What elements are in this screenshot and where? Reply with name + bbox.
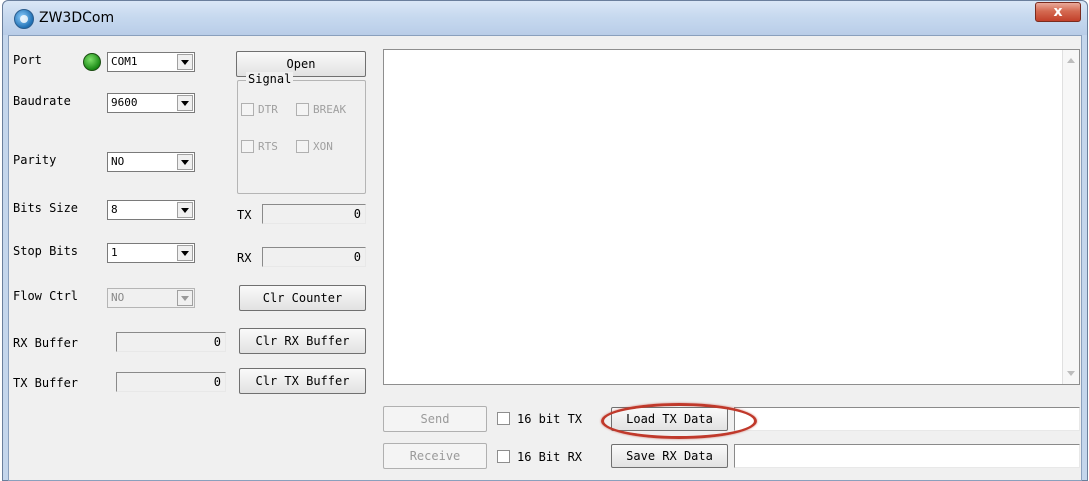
send-button[interactable]: Send: [383, 406, 487, 432]
close-icon: x: [1053, 4, 1063, 20]
port-select-value: COM1: [111, 55, 138, 68]
hex-tx-label: 16 bit TX: [517, 412, 583, 426]
dtr-checkbox[interactable]: [241, 103, 254, 116]
vertical-scrollbar[interactable]: [1062, 50, 1079, 384]
stop-bits-select[interactable]: 1: [107, 243, 195, 263]
baudrate-select-value: 9600: [111, 96, 138, 109]
rx-count-field: 0: [262, 247, 366, 267]
parity-label: Parity: [13, 153, 57, 167]
port-status-led-icon: [83, 53, 101, 71]
chevron-down-icon[interactable]: [177, 290, 193, 306]
xon-checkbox[interactable]: [296, 140, 309, 153]
dtr-label: DTR: [258, 103, 278, 116]
parity-select[interactable]: NO: [107, 152, 195, 172]
receive-button[interactable]: Receive: [383, 443, 487, 469]
hex-tx-checkbox[interactable]: [497, 412, 510, 425]
chevron-down-icon[interactable]: [177, 245, 193, 261]
clr-tx-buffer-button[interactable]: Clr TX Buffer: [239, 368, 366, 394]
hex-rx-checkbox[interactable]: [497, 450, 510, 463]
tx-file-path-input[interactable]: [734, 407, 1080, 431]
scroll-up-icon[interactable]: [1067, 58, 1075, 63]
tx-buffer-label: TX Buffer: [13, 376, 79, 390]
bits-size-select[interactable]: 8: [107, 200, 195, 220]
baudrate-label: Baudrate: [13, 94, 71, 108]
rts-checkbox[interactable]: [241, 140, 254, 153]
baudrate-select[interactable]: 9600: [107, 93, 195, 113]
flow-ctrl-select[interactable]: NO: [107, 288, 195, 308]
tx-buffer-field: 0: [116, 372, 226, 392]
port-select[interactable]: COM1: [107, 52, 195, 72]
break-label: BREAK: [313, 103, 347, 116]
close-button[interactable]: x: [1035, 2, 1081, 22]
scroll-down-icon[interactable]: [1067, 371, 1075, 376]
xon-label: XON: [313, 140, 333, 153]
signal-legend: Signal: [246, 72, 294, 86]
rts-label: RTS: [258, 140, 278, 153]
chevron-down-icon[interactable]: [177, 54, 193, 70]
rx-buffer-label: RX Buffer: [13, 336, 79, 350]
window-title: ZW3DCom: [39, 10, 115, 26]
data-display-area[interactable]: [383, 49, 1080, 385]
bits-size-select-value: 8: [111, 203, 118, 216]
port-label: Port: [13, 53, 42, 67]
title-bar[interactable]: ZW3DCom x: [3, 1, 1087, 35]
flow-ctrl-label: Flow Ctrl: [13, 289, 79, 303]
rx-buffer-field: 0: [116, 332, 226, 352]
stop-bits-select-value: 1: [111, 246, 118, 259]
stop-bits-label: Stop Bits: [13, 244, 79, 258]
chevron-down-icon[interactable]: [177, 154, 193, 170]
chevron-down-icon[interactable]: [177, 202, 193, 218]
tx-count-label: TX: [237, 208, 252, 222]
client-area: Port COM1 Open Baudrate 9600 Signal DTR …: [8, 35, 1082, 481]
parity-select-value: NO: [111, 155, 125, 168]
clr-rx-buffer-button[interactable]: Clr RX Buffer: [239, 328, 366, 354]
clr-counter-button[interactable]: Clr Counter: [239, 285, 366, 311]
signal-group: Signal DTR BREAK RTS XON: [237, 72, 366, 194]
tx-count-field: 0: [262, 204, 366, 224]
highlight-ellipse: [601, 403, 757, 439]
flow-ctrl-select-value: NO: [111, 291, 125, 304]
break-checkbox[interactable]: [296, 103, 309, 116]
app-icon: [14, 9, 34, 29]
chevron-down-icon[interactable]: [177, 95, 193, 111]
rx-count-label: RX: [237, 251, 252, 265]
save-rx-data-button[interactable]: Save RX Data: [611, 444, 728, 468]
app-window: ZW3DCom x Port COM1 Open Baudrate 9600 S…: [2, 0, 1088, 481]
hex-rx-label: 16 Bit RX: [517, 450, 583, 464]
bits-size-label: Bits Size: [13, 201, 79, 215]
rx-file-path-input[interactable]: [734, 444, 1080, 468]
